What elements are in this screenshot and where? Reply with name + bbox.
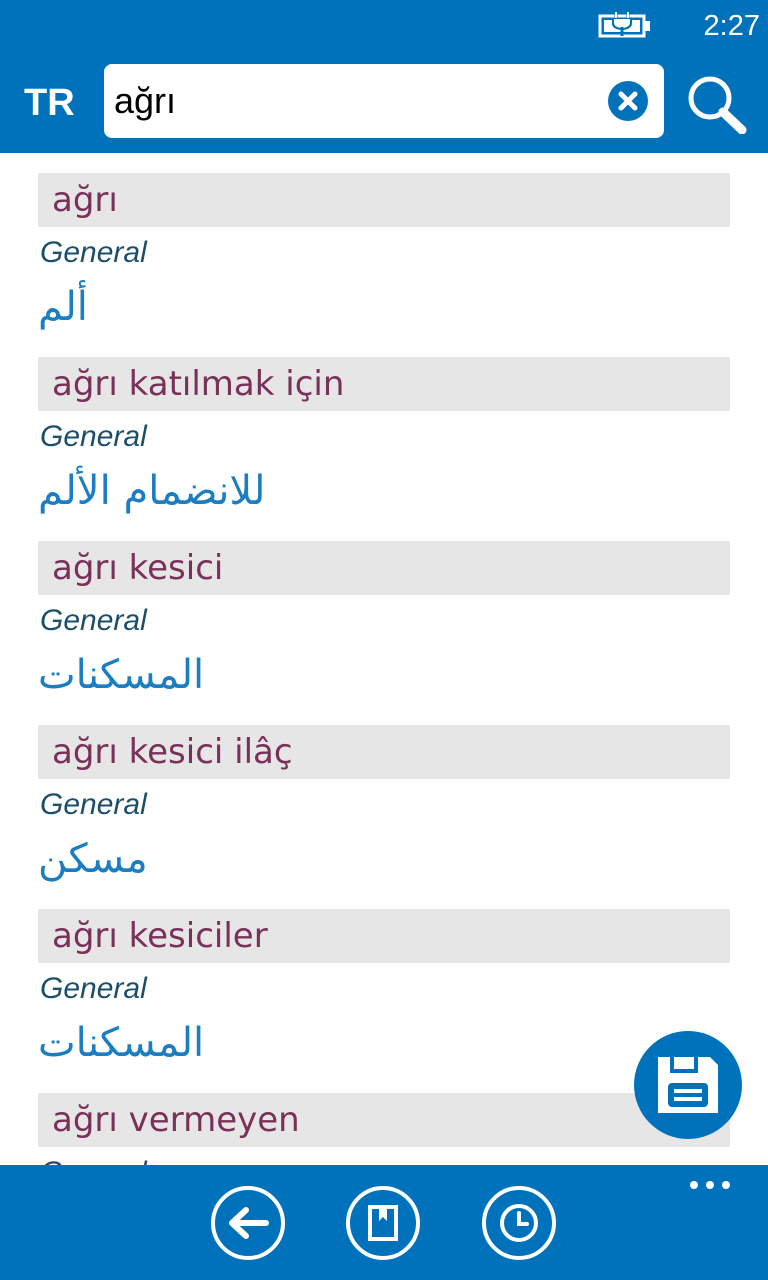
- term-bar: ağrı kesici ilâç: [38, 725, 730, 779]
- result-translation: ألم: [38, 284, 88, 330]
- status-time: 2:27: [703, 10, 760, 42]
- result-term: ağrı katılmak için: [52, 364, 345, 404]
- app-bar: [0, 1165, 768, 1280]
- back-icon: [211, 1186, 285, 1260]
- results-list: ağrı General ألم ağrı katılmak için Gene…: [0, 153, 768, 1165]
- result-term: ağrı: [52, 180, 118, 220]
- result-item[interactable]: ağrı katılmak için General للانضمام الأل…: [0, 337, 768, 521]
- result-category: General: [40, 236, 147, 269]
- back-button[interactable]: [210, 1185, 286, 1261]
- result-item[interactable]: ağrı General ألم: [0, 153, 768, 337]
- save-icon: [658, 1057, 718, 1113]
- result-category: General: [40, 1153, 147, 1165]
- term-bar: ağrı vermeyen: [38, 1093, 730, 1147]
- clear-icon: [618, 91, 638, 111]
- history-button[interactable]: [481, 1185, 557, 1261]
- search-box: [104, 64, 664, 138]
- term-bar: ağrı: [38, 173, 730, 227]
- save-button[interactable]: [634, 1031, 742, 1139]
- result-term: ağrı kesici ilâç: [52, 732, 293, 772]
- bookmark-icon: [346, 1186, 420, 1260]
- language-selector[interactable]: TR: [24, 80, 75, 126]
- result-category: General: [40, 788, 147, 821]
- result-translation: المسكنات: [38, 1020, 205, 1066]
- result-category: General: [40, 420, 147, 453]
- result-translation: مسكن: [38, 836, 148, 882]
- result-term: ağrı kesiciler: [52, 916, 268, 956]
- result-term: ağrı kesici: [52, 548, 224, 588]
- search-input[interactable]: [114, 74, 594, 128]
- clear-button[interactable]: [608, 81, 648, 121]
- result-category: General: [40, 972, 147, 1005]
- battery-charging-icon: [598, 12, 650, 38]
- history-icon: [482, 1186, 556, 1260]
- search-icon[interactable]: [684, 74, 748, 134]
- bookmarks-button[interactable]: [345, 1185, 421, 1261]
- result-item[interactable]: ağrı kesici General المسكنات: [0, 521, 768, 705]
- result-translation: المسكنات: [38, 652, 205, 698]
- result-category: General: [40, 604, 147, 637]
- result-item[interactable]: ağrı kesici ilâç General مسكن: [0, 705, 768, 889]
- result-term: ağrı vermeyen: [52, 1100, 300, 1140]
- term-bar: ağrı kesici: [38, 541, 730, 595]
- header: 2:27 TR: [0, 0, 768, 153]
- term-bar: ağrı kesiciler: [38, 909, 730, 963]
- more-icon[interactable]: [688, 1177, 732, 1193]
- result-translation: للانضمام الألم: [38, 468, 266, 514]
- term-bar: ağrı katılmak için: [38, 357, 730, 411]
